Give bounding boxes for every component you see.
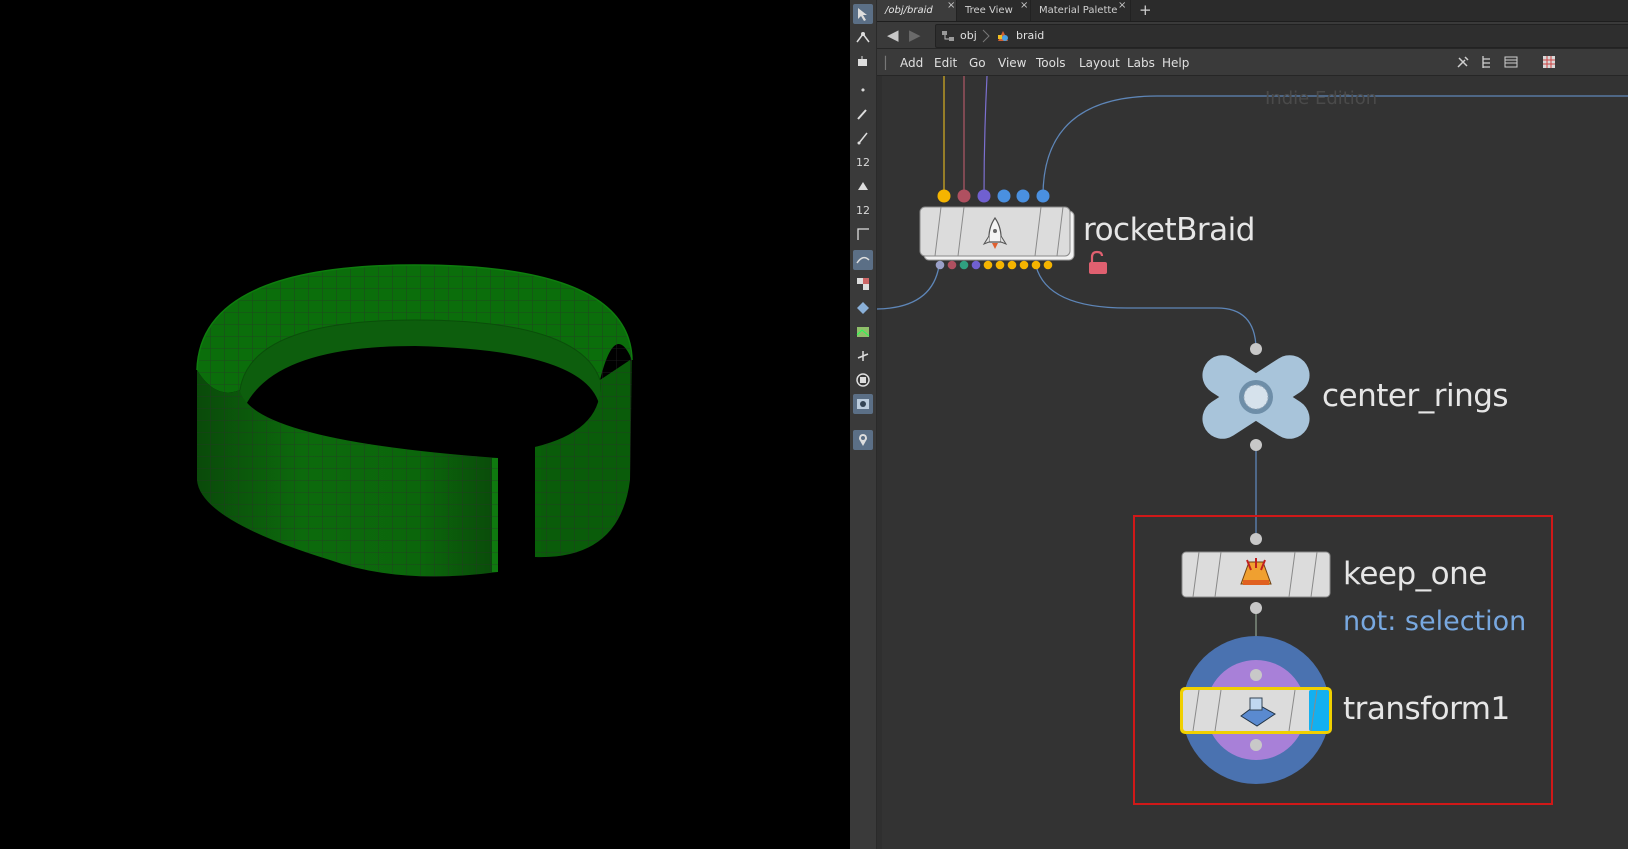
wire-rocket-to-center bbox=[1035, 265, 1257, 349]
node-label-keep-one[interactable]: keep_one bbox=[1343, 556, 1487, 592]
location-pin-icon[interactable] bbox=[853, 430, 873, 450]
snapshot-icon[interactable] bbox=[853, 394, 873, 414]
watermark-text: Indie Edition bbox=[1265, 88, 1378, 109]
node-rocketbraid[interactable] bbox=[919, 189, 1107, 275]
menu-view[interactable]: View bbox=[998, 49, 1026, 75]
brush-icon[interactable] bbox=[853, 104, 873, 124]
pen-icon[interactable] bbox=[853, 128, 873, 148]
view-tool-icon[interactable] bbox=[853, 250, 873, 270]
input-connector[interactable] bbox=[977, 189, 991, 203]
transform-pose-icon[interactable] bbox=[853, 28, 873, 48]
node-center-rings[interactable] bbox=[1195, 343, 1317, 451]
node-comment-keep-one: not: selection bbox=[1343, 606, 1527, 637]
tab-label: /obj/braid bbox=[885, 5, 933, 16]
output-connector[interactable] bbox=[1250, 602, 1262, 614]
obj-network-icon bbox=[942, 31, 954, 41]
breadcrumb-separator-icon bbox=[982, 29, 990, 43]
menu-go[interactable]: Go bbox=[969, 49, 986, 75]
tool-shelf: • 12 12 bbox=[850, 0, 877, 849]
unlock-icon[interactable] bbox=[1089, 250, 1107, 274]
number-12-icon[interactable]: 12 bbox=[853, 152, 873, 172]
point-icon[interactable]: • bbox=[853, 80, 873, 100]
tab-close-icon[interactable]: × bbox=[1020, 0, 1028, 11]
menu-labs[interactable]: Labs bbox=[1127, 49, 1155, 75]
tab-label: Material Palette bbox=[1039, 5, 1118, 16]
network-menu-bar: ▏ Add Edit Go View Tools Layout Labs Hel… bbox=[877, 49, 1628, 76]
viewport-canvas bbox=[196, 264, 633, 577]
menu-help[interactable]: Help bbox=[1162, 49, 1189, 75]
output-connector[interactable] bbox=[1250, 739, 1262, 751]
breadcrumb: obj braid bbox=[935, 24, 1628, 48]
input-connector[interactable] bbox=[937, 189, 951, 203]
add-tab-button[interactable]: + bbox=[1139, 0, 1152, 21]
ring-geometry bbox=[196, 264, 633, 577]
back-arrow-icon[interactable]: ◀ bbox=[887, 26, 899, 44]
sculpt-icon[interactable] bbox=[853, 176, 873, 196]
tab-material-palette[interactable]: Material Palette bbox=[1031, 0, 1131, 21]
wire-out-left bbox=[877, 265, 940, 310]
menu-tools[interactable]: Tools bbox=[1036, 49, 1066, 75]
wrench-icon[interactable] bbox=[1456, 55, 1470, 69]
forward-arrow-icon[interactable]: ▶ bbox=[909, 26, 921, 44]
node-keep-one[interactable] bbox=[1181, 533, 1331, 614]
tree-layout-icon[interactable] bbox=[1480, 55, 1494, 69]
node-graph[interactable]: Indie Edition rocketBraid center_rings k… bbox=[877, 76, 1628, 849]
input-connector[interactable] bbox=[957, 189, 971, 203]
pane-tab-bar: /obj/braid × Tree View × Material Palett… bbox=[877, 0, 1628, 22]
measure-icon[interactable] bbox=[853, 224, 873, 244]
breadcrumb-obj[interactable]: obj bbox=[960, 25, 977, 47]
scene-viewport[interactable] bbox=[0, 0, 850, 849]
menu-grip: ▏ bbox=[885, 56, 895, 70]
input-connector[interactable] bbox=[1250, 533, 1262, 545]
breadcrumb-braid[interactable]: braid bbox=[1016, 25, 1044, 47]
tab-obj-braid[interactable]: /obj/braid bbox=[877, 0, 957, 21]
input-connector[interactable] bbox=[1250, 343, 1262, 355]
output-connectors[interactable] bbox=[935, 260, 1053, 270]
checker-icon[interactable] bbox=[853, 274, 873, 294]
grid-view-icon[interactable] bbox=[1542, 55, 1556, 69]
geometry-object-icon bbox=[998, 31, 1008, 41]
menu-edit[interactable]: Edit bbox=[934, 49, 957, 75]
tab-close-icon[interactable]: × bbox=[947, 0, 955, 11]
menu-layout[interactable]: Layout bbox=[1079, 49, 1120, 75]
node-label-transform1[interactable]: transform1 bbox=[1343, 691, 1510, 727]
landscape-icon[interactable] bbox=[853, 322, 873, 342]
network-editor-pane: /obj/braid × Tree View × Material Palett… bbox=[877, 0, 1628, 849]
tab-label: Tree View bbox=[965, 5, 1013, 16]
number-12-alt-icon[interactable]: 12 bbox=[853, 200, 873, 220]
input-connector[interactable] bbox=[997, 189, 1011, 203]
node-transform1[interactable] bbox=[1180, 636, 1332, 784]
input-connector[interactable] bbox=[1036, 189, 1050, 203]
menu-add[interactable]: Add bbox=[900, 49, 923, 75]
node-label-rocketbraid[interactable]: rocketBraid bbox=[1083, 212, 1255, 248]
input-connector[interactable] bbox=[1016, 189, 1030, 203]
circle-stop-icon[interactable] bbox=[853, 370, 873, 390]
input-connector[interactable] bbox=[1250, 669, 1262, 681]
list-view-icon[interactable] bbox=[1504, 55, 1518, 69]
gizmo-icon[interactable] bbox=[853, 346, 873, 366]
handle-icon[interactable] bbox=[853, 52, 873, 72]
select-icon[interactable] bbox=[853, 4, 873, 24]
graph-canvas bbox=[877, 76, 1628, 849]
node-label-center-rings[interactable]: center_rings bbox=[1322, 378, 1509, 414]
tab-close-icon[interactable]: × bbox=[1118, 0, 1126, 11]
diamond-icon[interactable] bbox=[853, 298, 873, 318]
output-connector[interactable] bbox=[1250, 439, 1262, 451]
path-bar: ◀ ▶ obj braid bbox=[877, 22, 1628, 49]
